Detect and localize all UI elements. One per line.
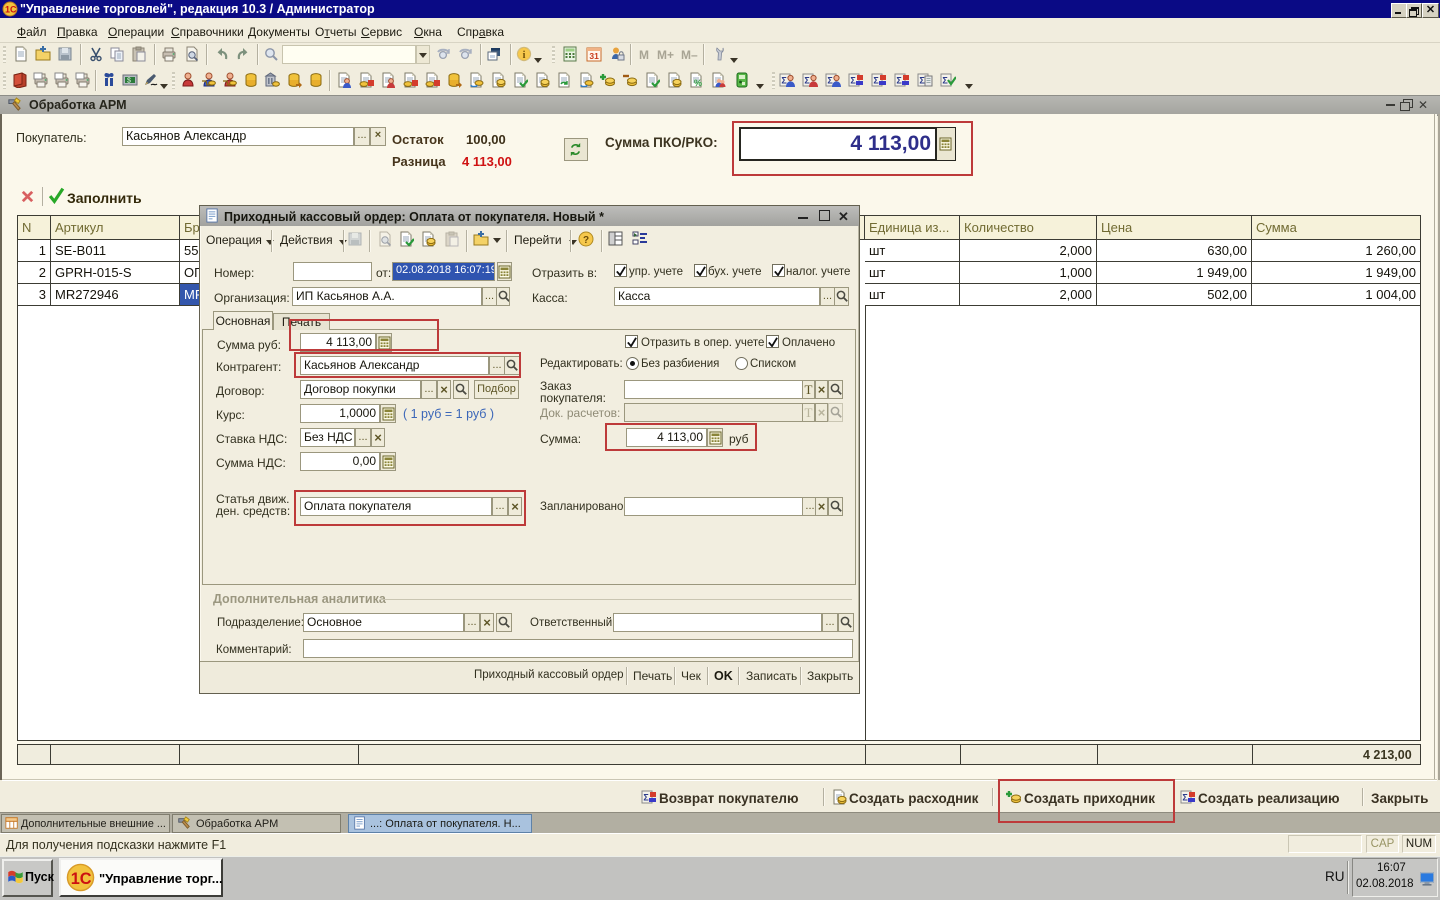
svg-text:?: ?	[583, 235, 589, 246]
svg-text:1С: 1С	[71, 870, 92, 888]
svg-text:1С: 1С	[5, 5, 17, 15]
